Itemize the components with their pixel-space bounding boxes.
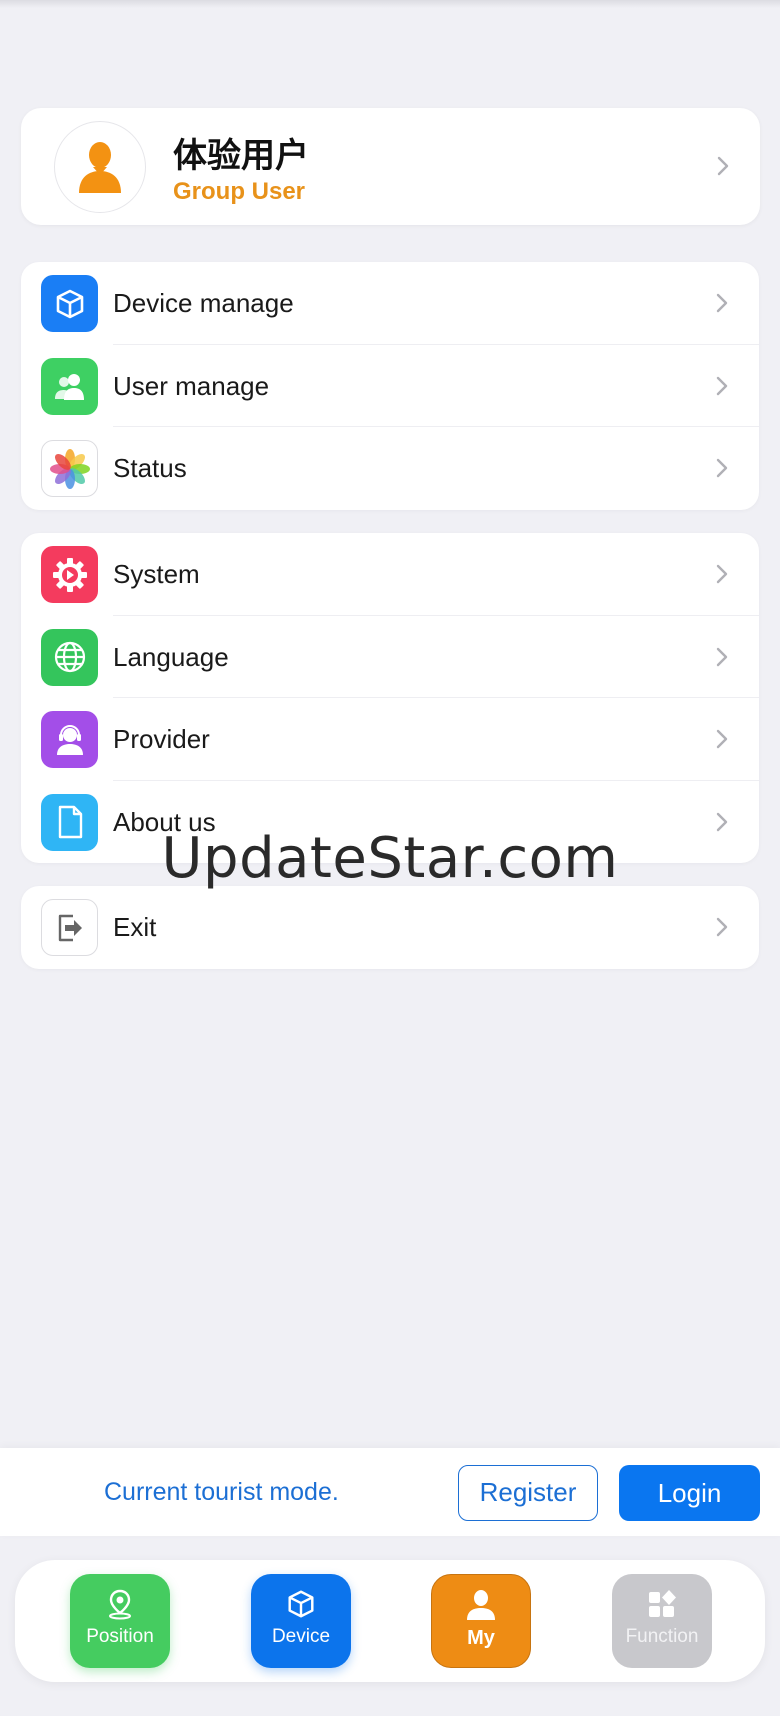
menu-label: User manage [113, 370, 270, 401]
users-icon [41, 357, 98, 415]
chevron-right-icon [711, 728, 733, 750]
chevron-right-icon [712, 155, 734, 177]
cube-icon [41, 275, 98, 332]
location-pin-icon [109, 1589, 131, 1620]
menu-label: System [113, 559, 200, 589]
menu-group-settings: System Language Provider About us [21, 533, 759, 863]
menu-item-exit[interactable]: Exit [21, 886, 759, 969]
tab-label: Function [625, 1626, 699, 1647]
person-icon [467, 1590, 495, 1620]
menu-item-language[interactable]: Language [21, 616, 759, 698]
chevron-right-icon [711, 646, 733, 668]
exit-icon [41, 899, 98, 956]
chevron-right-icon [711, 292, 733, 314]
person-avatar-icon [79, 142, 121, 193]
login-button[interactable]: Login [619, 1465, 760, 1521]
tab-function[interactable]: Function [612, 1574, 712, 1668]
menu-item-user-manage[interactable]: User manage [21, 345, 759, 427]
globe-icon [41, 628, 98, 686]
chevron-right-icon [711, 563, 733, 585]
tab-device[interactable]: Device [251, 1574, 351, 1668]
tab-label: My [467, 1627, 495, 1649]
menu-label: Device manage [113, 288, 294, 318]
cube-icon [288, 1590, 314, 1618]
bottom-tab-bar: Position Device My Function [15, 1560, 765, 1682]
profile-name: 体验用户 [173, 137, 309, 175]
chevron-right-icon [711, 916, 733, 938]
register-button[interactable]: Register [458, 1465, 598, 1521]
menu-item-status[interactable]: Status [21, 427, 759, 510]
menu-group-management: Device manage User manage Status [21, 262, 759, 510]
photos-flower-icon [41, 440, 98, 497]
apps-grid-icon [649, 1590, 676, 1617]
gear-icon [41, 546, 98, 603]
tab-label: Device [271, 1626, 331, 1647]
profile-role: Group User [173, 178, 306, 205]
headset-person-icon [41, 711, 98, 768]
menu-label: Language [113, 641, 229, 672]
tab-position[interactable]: Position [70, 1574, 170, 1668]
menu-item-provider[interactable]: Provider [21, 698, 759, 781]
chevron-right-icon [711, 457, 733, 479]
profile-card[interactable]: 体验用户 Group User [21, 108, 760, 225]
menu-group-exit: Exit [21, 886, 759, 969]
tourist-mode-message: Current tourist mode. [104, 1478, 339, 1506]
menu-item-device-manage[interactable]: Device manage [21, 262, 759, 345]
avatar [54, 121, 146, 213]
watermark: UpdateStar.com [161, 826, 619, 891]
menu-item-system[interactable]: System [21, 533, 759, 616]
chevron-right-icon [711, 375, 733, 397]
tourist-mode-bar: Current tourist mode. Register Login [0, 1448, 780, 1536]
tab-my[interactable]: My [431, 1574, 531, 1668]
menu-label: Exit [113, 912, 157, 942]
menu-label: Status [113, 453, 187, 483]
menu-label: Provider [113, 724, 210, 754]
tab-label: Position [86, 1626, 154, 1647]
status-bar-shadow [0, 0, 780, 8]
my-page: 体验用户 Group User Device manage User manag… [0, 0, 780, 1716]
